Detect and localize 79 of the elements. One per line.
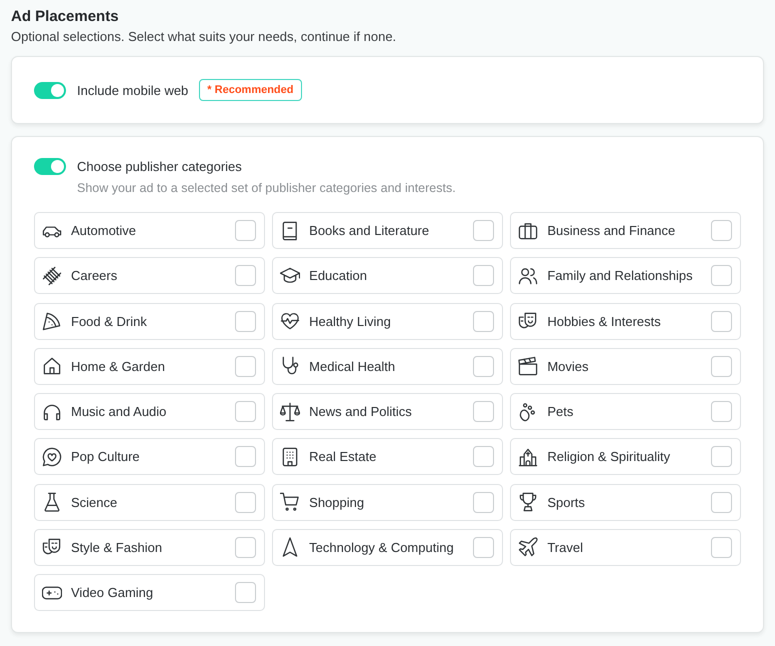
checkbox[interactable] bbox=[234, 310, 256, 332]
category-label: Style & Fashion bbox=[71, 540, 164, 555]
category-label: Automotive bbox=[71, 223, 138, 238]
category-label: Education bbox=[309, 268, 368, 284]
category-label: Science bbox=[71, 494, 118, 510]
church-icon bbox=[518, 446, 538, 467]
theater-masks-icon bbox=[42, 537, 62, 558]
scales-icon bbox=[280, 402, 300, 422]
stethoscope-icon bbox=[280, 356, 300, 376]
theater-masks-icon bbox=[518, 311, 538, 331]
checkbox[interactable] bbox=[472, 265, 494, 286]
category-label: Music and Audio bbox=[71, 404, 168, 419]
description-text: Show your ad to a selected set of publisher categories and interests. bbox=[77, 180, 457, 196]
graduation-cap-icon bbox=[280, 266, 300, 286]
category-label: Technology & Computing bbox=[309, 540, 455, 555]
toggle-label: Choose publisher categories bbox=[77, 158, 242, 175]
category-label: Business and Finance bbox=[547, 223, 676, 238]
category-label: Religion & Spirituality bbox=[547, 449, 672, 464]
shopping-cart-icon bbox=[280, 492, 300, 512]
headphones-icon bbox=[42, 402, 62, 422]
recommended-badge: * Recommended bbox=[199, 79, 302, 101]
checkbox[interactable] bbox=[234, 536, 256, 558]
people-icon bbox=[518, 266, 538, 286]
heart-pulse-icon bbox=[280, 311, 300, 331]
clapperboard-icon bbox=[518, 356, 538, 376]
category-label: Real Estate bbox=[309, 449, 378, 464]
checkbox[interactable] bbox=[472, 492, 494, 512]
airplane-icon bbox=[518, 537, 538, 558]
category-label: Medical Health bbox=[309, 358, 396, 374]
category-label: Travel bbox=[547, 540, 584, 555]
category-label: Family and Relationships bbox=[547, 268, 694, 284]
checkbox[interactable] bbox=[472, 446, 494, 468]
checkbox[interactable] bbox=[711, 310, 732, 332]
checkbox[interactable] bbox=[234, 401, 256, 422]
category-label: Healthy Living bbox=[309, 314, 392, 328]
checkbox[interactable] bbox=[234, 492, 256, 512]
navigation-arrow-icon bbox=[280, 537, 300, 558]
toggle-switch[interactable] bbox=[34, 82, 66, 98]
category-label: Food & Drink bbox=[71, 314, 148, 328]
category-label: Pets bbox=[547, 404, 574, 419]
checkbox[interactable] bbox=[472, 356, 494, 377]
checkbox[interactable] bbox=[234, 446, 256, 468]
checkbox[interactable] bbox=[711, 265, 732, 286]
checkbox[interactable] bbox=[234, 356, 256, 377]
category-label: Careers bbox=[71, 268, 118, 284]
checkbox[interactable] bbox=[711, 536, 732, 558]
checkbox[interactable] bbox=[711, 492, 732, 512]
checkbox[interactable] bbox=[472, 220, 494, 241]
flask-icon bbox=[42, 492, 62, 512]
section-title: Ad Placements bbox=[11, 7, 120, 27]
checkbox[interactable] bbox=[711, 220, 732, 241]
briefcase-icon bbox=[518, 220, 538, 240]
railroad-tracks-icon bbox=[42, 266, 62, 286]
checkbox[interactable] bbox=[711, 356, 732, 377]
toggle-label: Include mobile web bbox=[77, 82, 188, 98]
category-label: Hobbies & Interests bbox=[547, 314, 662, 328]
category-label: News and Politics bbox=[309, 404, 413, 419]
toggle-switch[interactable] bbox=[34, 158, 66, 175]
category-label: Video Gaming bbox=[71, 585, 154, 600]
category-label: Sports bbox=[547, 494, 586, 510]
chat-heart-icon bbox=[42, 446, 62, 467]
checkbox[interactable] bbox=[472, 310, 494, 332]
checkbox[interactable] bbox=[472, 401, 494, 422]
checkbox[interactable] bbox=[711, 446, 732, 468]
house-icon bbox=[42, 356, 62, 376]
category-label: Pop Culture bbox=[71, 449, 141, 464]
category-label: Books and Literature bbox=[309, 223, 430, 238]
building-icon bbox=[280, 446, 300, 467]
trophy-icon bbox=[518, 492, 538, 512]
checkbox[interactable] bbox=[234, 265, 256, 286]
checkbox[interactable] bbox=[234, 220, 256, 241]
checkbox[interactable] bbox=[472, 536, 494, 558]
category-label: Shopping bbox=[309, 494, 366, 510]
pizza-slice-icon bbox=[42, 311, 62, 331]
section-subtitle: Optional selections. Select what suits your needs, continue if none. bbox=[11, 28, 398, 46]
checkbox[interactable] bbox=[711, 401, 732, 422]
category-label: Home & Garden bbox=[71, 358, 166, 374]
checkbox[interactable] bbox=[234, 582, 256, 603]
category-label: Movies bbox=[547, 358, 590, 374]
